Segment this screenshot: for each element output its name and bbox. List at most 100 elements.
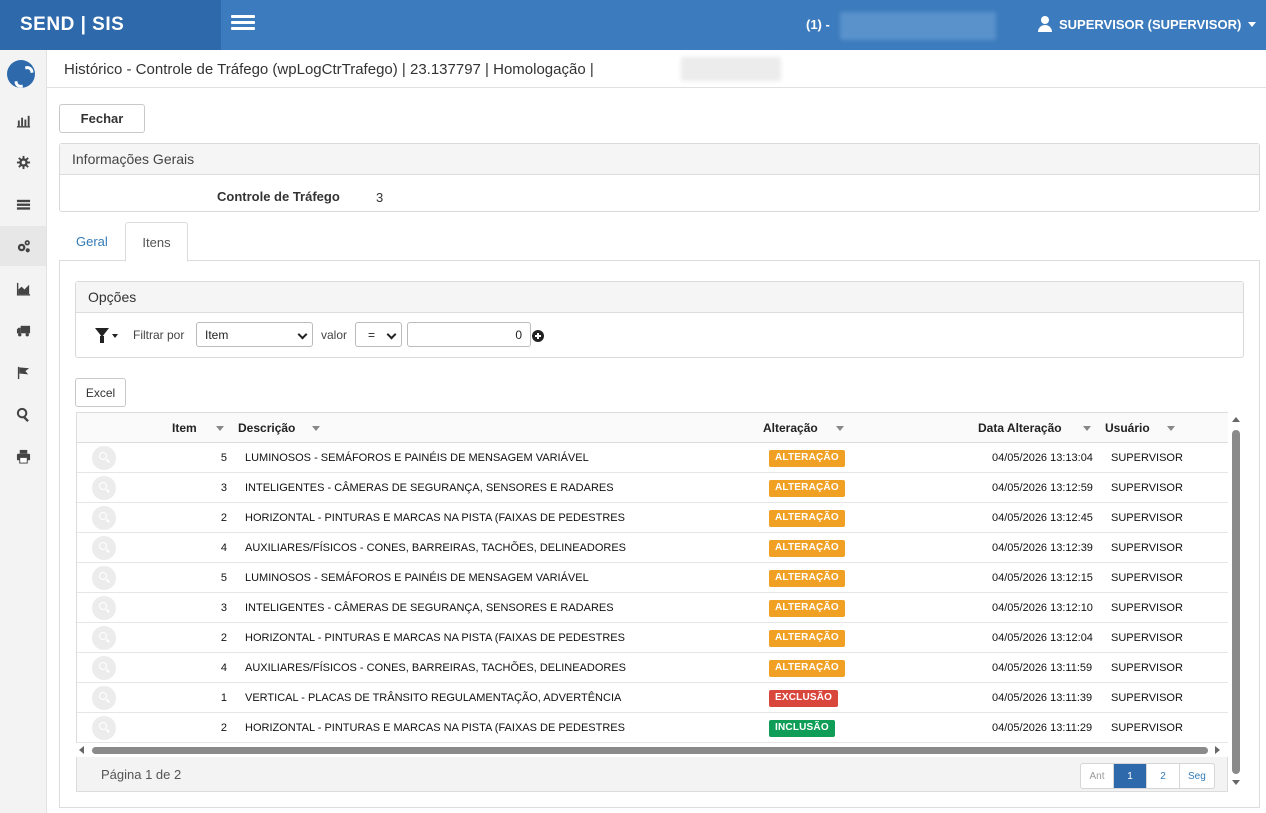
- sort-icon[interactable]: [1167, 426, 1175, 431]
- field-value: 3: [376, 190, 384, 205]
- cell-item: 2: [220, 722, 227, 734]
- tab-bar: Geral Itens: [59, 222, 1260, 262]
- view-details-icon[interactable]: [92, 686, 116, 710]
- table-row[interactable]: 2 HORIZONTAL - PINTURAS E MARCAS NA PISTA…: [77, 713, 1228, 743]
- horizontal-scrollbar[interactable]: [76, 743, 1228, 757]
- cell-usuario: SUPERVISOR: [1111, 512, 1183, 524]
- cell-data-alteracao: 04/05/2026 13:12:15: [992, 572, 1093, 584]
- column-header-item[interactable]: Item: [172, 421, 197, 435]
- general-info-panel: Informações Gerais Controle de Tráfego 3: [59, 143, 1260, 212]
- cell-item: 5: [220, 452, 227, 464]
- cell-data-alteracao: 04/05/2026 13:12:39: [992, 542, 1093, 554]
- status-badge: ALTERAÇÃO: [769, 510, 845, 527]
- view-details-icon[interactable]: [92, 656, 116, 680]
- view-details-icon[interactable]: [92, 596, 116, 620]
- search-icon[interactable]: [0, 394, 46, 434]
- sort-icon[interactable]: [216, 426, 224, 431]
- sort-icon[interactable]: [312, 426, 320, 431]
- vertical-scrollbar[interactable]: [1229, 412, 1243, 790]
- page-button-1[interactable]: 1: [1114, 764, 1147, 788]
- filter-value-input[interactable]: [407, 322, 531, 347]
- panel-title: Informações Gerais: [60, 144, 1259, 175]
- cell-usuario: SUPERVISOR: [1111, 542, 1183, 554]
- cell-usuario: SUPERVISOR: [1111, 662, 1183, 674]
- status-badge: ALTERAÇÃO: [769, 660, 845, 677]
- page-info: Página 1 de 2: [101, 767, 182, 782]
- brand-logo[interactable]: SEND | SIS: [0, 0, 221, 50]
- cell-item: 4: [220, 542, 227, 554]
- field-label: Controle de Tráfego: [217, 189, 340, 204]
- gears-icon[interactable]: [0, 226, 46, 266]
- scroll-thumb[interactable]: [1232, 430, 1240, 774]
- cell-descricao: VERTICAL - PLACAS DE TRÂNSITO REGULAMENT…: [245, 692, 622, 704]
- cell-descricao: HORIZONTAL - PINTURAS E MARCAS NA PISTA …: [245, 512, 625, 524]
- view-details-icon[interactable]: [92, 476, 116, 500]
- add-filter-icon[interactable]: [532, 330, 544, 342]
- status-badge: ALTERAÇÃO: [769, 480, 845, 497]
- cell-data-alteracao: 04/05/2026 13:12:10: [992, 602, 1093, 614]
- flag-icon[interactable]: [0, 352, 46, 392]
- scroll-down-icon[interactable]: [1232, 780, 1240, 785]
- column-header-data[interactable]: Data Alteração: [978, 421, 1062, 435]
- page-title: Histórico - Controle de Tráfego (wpLogCt…: [64, 61, 594, 78]
- cell-usuario: SUPERVISOR: [1111, 572, 1183, 584]
- table-row[interactable]: 3 INTELIGENTES - CÂMERAS DE SEGURANÇA, SE…: [77, 593, 1228, 623]
- cell-usuario: SUPERVISOR: [1111, 482, 1183, 494]
- list-icon[interactable]: [0, 184, 46, 224]
- table-row[interactable]: 5 LUMINOSOS - SEMÁFOROS E PAINÉIS DE MENS…: [77, 563, 1228, 593]
- menu-toggle-icon[interactable]: [231, 15, 255, 33]
- cell-data-alteracao: 04/05/2026 13:11:29: [992, 722, 1093, 734]
- scroll-thumb[interactable]: [92, 747, 1208, 754]
- scroll-left-icon[interactable]: [79, 746, 84, 754]
- sort-icon[interactable]: [836, 426, 844, 431]
- excel-export-button[interactable]: Excel: [75, 378, 126, 407]
- chevron-down-icon: [1248, 21, 1257, 27]
- column-header-usuario[interactable]: Usuário: [1105, 421, 1150, 435]
- view-details-icon[interactable]: [92, 716, 116, 740]
- tab-itens[interactable]: Itens: [125, 222, 188, 262]
- close-button[interactable]: Fechar: [59, 104, 145, 133]
- status-badge: ALTERAÇÃO: [769, 630, 845, 647]
- cell-item: 2: [220, 512, 227, 524]
- table-row[interactable]: 1 VERTICAL - PLACAS DE TRÂNSITO REGULAMEN…: [77, 683, 1228, 713]
- sort-icon[interactable]: [1083, 426, 1091, 431]
- truck-icon[interactable]: [0, 310, 46, 350]
- view-details-icon[interactable]: [92, 626, 116, 650]
- table-row[interactable]: 5 LUMINOSOS - SEMÁFOROS E PAINÉIS DE MENS…: [77, 443, 1228, 473]
- operator-select[interactable]: =: [355, 322, 402, 347]
- cell-descricao: LUMINOSOS - SEMÁFOROS E PAINÉIS DE MENSA…: [245, 452, 589, 464]
- view-details-icon[interactable]: [92, 446, 116, 470]
- view-details-icon[interactable]: [92, 506, 116, 530]
- table-row[interactable]: 4 AUXILIARES/FÍSICOS - CONES, BARREIRAS, …: [77, 533, 1228, 563]
- top-bar: SEND | SIS (1) - SUPERVISOR (SUPERVISOR): [0, 0, 1266, 50]
- panel-title: Opções: [76, 282, 1243, 313]
- view-details-icon[interactable]: [92, 566, 116, 590]
- filter-field-value: Item: [205, 328, 229, 342]
- cell-data-alteracao: 04/05/2026 13:12:04: [992, 632, 1093, 644]
- filter-field-select[interactable]: Item: [196, 322, 313, 347]
- scroll-up-icon[interactable]: [1232, 417, 1240, 422]
- cell-data-alteracao: 04/05/2026 13:11:59: [992, 662, 1093, 674]
- filter-icon[interactable]: [95, 328, 119, 344]
- table-row[interactable]: 2 HORIZONTAL - PINTURAS E MARCAS NA PISTA…: [77, 503, 1228, 533]
- table-row[interactable]: 3 INTELIGENTES - CÂMERAS DE SEGURANÇA, SE…: [77, 473, 1228, 503]
- tab-geral[interactable]: Geral: [61, 222, 123, 261]
- column-header-descricao[interactable]: Descrição: [238, 421, 295, 435]
- table-row[interactable]: 4 AUXILIARES/FÍSICOS - CONES, BARREIRAS, …: [77, 653, 1228, 683]
- user-icon: [1038, 16, 1052, 32]
- page-button-2[interactable]: 2: [1147, 764, 1180, 788]
- app-logo[interactable]: [7, 60, 35, 88]
- scroll-right-icon[interactable]: [1215, 746, 1220, 754]
- gear-icon[interactable]: [0, 142, 46, 182]
- bar-chart-icon[interactable]: [0, 100, 46, 140]
- next-page-button[interactable]: Seg: [1180, 764, 1214, 788]
- table-row[interactable]: 2 HORIZONTAL - PINTURAS E MARCAS NA PISTA…: [77, 623, 1228, 653]
- prev-page-button[interactable]: Ant: [1081, 764, 1114, 788]
- column-header-alteracao[interactable]: Alteração: [763, 421, 818, 435]
- cell-descricao: AUXILIARES/FÍSICOS - CONES, BARREIRAS, T…: [245, 542, 627, 554]
- cell-descricao: AUXILIARES/FÍSICOS - CONES, BARREIRAS, T…: [245, 662, 627, 674]
- user-menu[interactable]: SUPERVISOR (SUPERVISOR): [1038, 16, 1257, 32]
- area-chart-icon[interactable]: [0, 268, 46, 308]
- print-icon[interactable]: [0, 436, 46, 476]
- view-details-icon[interactable]: [92, 536, 116, 560]
